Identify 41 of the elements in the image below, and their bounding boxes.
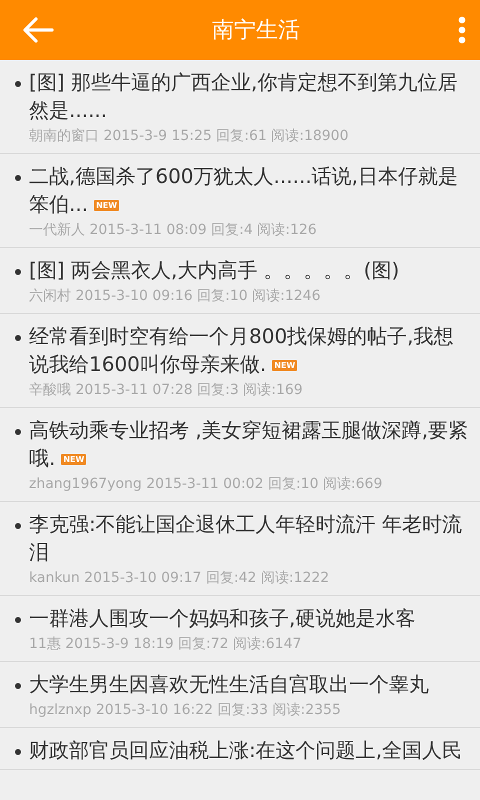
back-arrow-icon[interactable] (22, 17, 54, 43)
post-meta: 一代新人 2015-3-11 08:09 回复:4 阅读:126 (29, 221, 318, 240)
bullet-icon (15, 81, 21, 87)
bullet-icon (15, 429, 21, 435)
new-badge: NEW (272, 360, 298, 372)
post-meta: 辛酸哦 2015-3-11 07:28 回复:3 阅读:169 (29, 381, 304, 400)
post-meta: 11惠 2015-3-9 18:19 回复:72 阅读:6147 (29, 635, 302, 654)
post-item[interactable]: 二战,德国杀了600万犹太人......话说,日本仔就是笨伯... NEW 一代新人 2015-3-11 08:09 回复:4 阅读:126 (0, 154, 480, 248)
new-badge: NEW (94, 200, 120, 212)
post-item[interactable]: 高铁动乘专业招考 ,美女穿短裙露玉腿做深蹲,要紧哦. NEW zhang1967yong 2015-3-11 00:02 回复:10 阅读:669 (0, 408, 480, 502)
bullet-icon (15, 269, 21, 275)
post-meta: 六闲村 2015-3-10 09:16 回复:10 阅读:1246 (29, 287, 322, 306)
bullet-icon (15, 175, 21, 181)
post-title: [图] 两会黑衣人,大内高手 。。。。。(图) (29, 257, 400, 284)
post-meta: zhang1967yong 2015-3-11 00:02 回复:10 阅读:669 (29, 475, 384, 494)
post-item[interactable]: 经常看到时空有给一个月800找保姆的帖子,我想说我给1600叫你母亲来做. NEW 辛酸哦 2015-3-11 07:28 回复:3 阅读:169 (0, 314, 480, 408)
post-item[interactable]: 李克强:不能让国企退休工人年轻时流汗 年老时流泪 kankun 2015-3-10 09:17 回复:42 阅读:1222 (0, 502, 480, 596)
post-title: 高铁动乘专业招考 ,美女穿短裙露玉腿做深蹲,要紧哦. NEW (29, 417, 470, 472)
bullet-icon (15, 683, 21, 689)
bullet-icon (15, 617, 21, 623)
post-item[interactable]: 一群港人围攻一个妈妈和孩子,硬说她是水客 11惠 2015-3-9 18:19 回复:72 阅读:6147 (0, 596, 480, 662)
post-item[interactable]: 财政部官员回应油税上涨:在这个问题上,全国人民 (0, 728, 480, 770)
bullet-icon (15, 523, 21, 529)
post-item[interactable]: [图] 两会黑衣人,大内高手 。。。。。(图) 六闲村 2015-3-10 09:16 回复:10 阅读:1246 (0, 248, 480, 314)
more-menu-icon[interactable] (458, 16, 466, 44)
post-title: 二战,德国杀了600万犹太人......话说,日本仔就是笨伯... NEW (29, 163, 460, 218)
post-title: 财政部官员回应油税上涨:在这个问题上,全国人民 (29, 737, 464, 764)
post-item[interactable]: 大学生男生因喜欢无性生活自宫取出一个睾丸 hgzlznxp 2015-3-10 16:22 回复:33 阅读:2355 (0, 662, 480, 728)
post-meta: 朝南的窗口 2015-3-9 15:25 回复:61 阅读:18900 (29, 127, 350, 146)
bullet-icon (15, 749, 21, 755)
post-title: 一群港人围攻一个妈妈和孩子,硬说她是水客 (29, 605, 416, 632)
post-title: [图] 那些牛逼的广西企业,你肯定想不到第九位居然是...... (29, 69, 458, 124)
post-meta: hgzlznxp 2015-3-10 16:22 回复:33 阅读:2355 (29, 701, 342, 720)
post-title: 经常看到时空有给一个月800找保姆的帖子,我想说我给1600叫你母亲来做. NEW (29, 323, 455, 378)
bullet-icon (15, 335, 21, 341)
post-meta: kankun 2015-3-10 09:17 回复:42 阅读:1222 (29, 569, 330, 588)
new-badge: NEW (61, 454, 86, 466)
screen-title: 南宁生活 (211, 17, 301, 45)
post-title: 李克强:不能让国企退休工人年轻时流汗 年老时流泪 (29, 511, 464, 566)
post-item[interactable]: [图] 那些牛逼的广西企业,你肯定想不到第九位居然是...... 朝南的窗口 2015-3-9 15:25 回复:61 阅读:18900 (0, 60, 480, 154)
post-title: 大学生男生因喜欢无性生活自宫取出一个睾丸 (29, 671, 430, 698)
